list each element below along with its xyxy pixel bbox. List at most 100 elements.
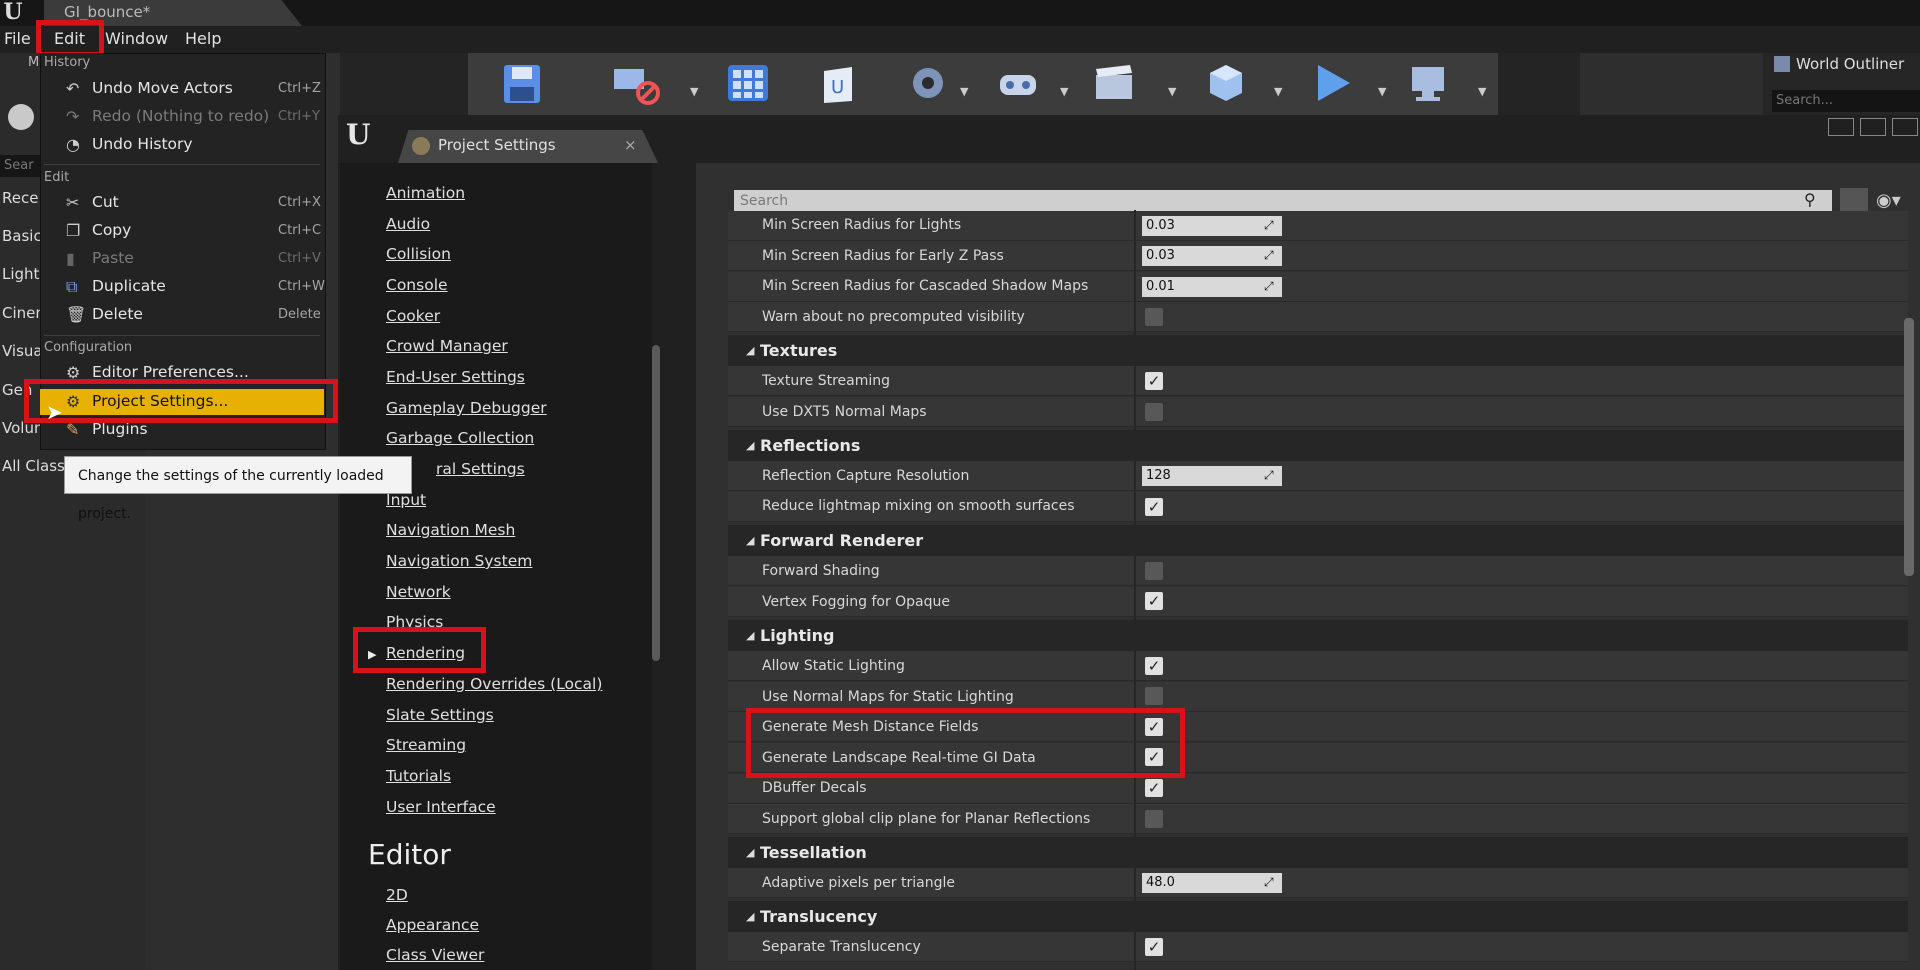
expand-arrow-icon[interactable]: ⤢ [1264,218,1274,233]
category-header[interactable] [728,837,1908,868]
settings-search-input[interactable]: Search [734,190,1832,212]
left-category[interactable]: Basic [2,227,42,245]
world-outliner-search-input[interactable]: Search... [1772,90,1920,112]
number-field[interactable]: 0.03 [1142,246,1282,266]
number-field[interactable]: 0.01 [1142,277,1282,297]
expand-arrow-icon[interactable]: ⤢ [1264,875,1274,890]
settings-icon[interactable] [904,59,960,107]
menu-bar [0,26,1920,53]
nav-item-collision[interactable]: Collision [386,245,451,263]
document-tab-label: GI_bounce* [64,3,151,21]
left-category[interactable]: Visua [2,342,43,360]
expand-arrow-icon[interactable]: ⤢ [1264,468,1274,483]
column-divider[interactable] [1134,210,1136,970]
nav-item-rendering-overrides[interactable]: Rendering Overrides (Local) [386,675,602,693]
checkbox[interactable]: ✓ [1145,657,1163,675]
launch-icon[interactable] [1404,59,1460,107]
checkbox[interactable]: ✓ [1145,372,1163,390]
nav-item-2d[interactable]: 2D [386,886,408,904]
redo-menu-item[interactable]: Redo (Nothing to redo) [92,107,269,125]
nav-item-network[interactable]: Network [386,583,451,601]
category-header[interactable] [728,620,1908,651]
nav-item-streaming[interactable]: Streaming [386,736,466,754]
collapse-triangle-icon[interactable]: ◢ [746,846,754,859]
nav-item-navigation-mesh[interactable]: Navigation Mesh [386,521,515,539]
expand-arrow-icon[interactable]: ⤢ [1264,248,1274,263]
menu-file[interactable]: File [4,29,31,48]
blueprints-icon[interactable] [994,59,1050,107]
paste-menu-item[interactable]: Paste [92,249,134,267]
play-icon[interactable] [1308,59,1364,107]
nav-item-user-interface[interactable]: User Interface [386,798,496,816]
number-field[interactable]: 48.0 [1142,873,1282,893]
collapse-triangle-icon[interactable]: ◢ [746,534,754,547]
copy-menu-item[interactable]: Copy [92,221,131,239]
modes-search-input[interactable]: Sear [0,155,40,177]
nav-scrollbar[interactable] [652,345,660,661]
collapse-triangle-icon[interactable]: ◢ [746,439,754,452]
nav-item-cooker[interactable]: Cooker [386,307,440,325]
left-category[interactable]: Rece [2,189,38,207]
build-icon[interactable] [1202,59,1258,107]
world-outliner-title[interactable]: World Outliner [1796,55,1904,73]
nav-item-console[interactable]: Console [386,276,448,294]
category-header[interactable] [728,335,1908,366]
number-field[interactable]: 128 [1142,466,1282,486]
nav-item-animation[interactable]: Animation [386,184,465,202]
nav-item-audio[interactable]: Audio [386,215,430,233]
undo-menu-item[interactable]: Undo Move Actors [92,79,233,97]
duplicate-menu-item[interactable]: Duplicate [92,277,166,295]
checkbox[interactable] [1145,308,1163,326]
save-icon[interactable] [498,59,554,107]
cinematics-icon[interactable] [1090,59,1146,107]
menu-window[interactable]: Window [105,29,168,48]
delete-menu-item[interactable]: Delete [92,305,143,323]
setting-label: Use DXT5 Normal Maps [762,404,927,420]
expand-arrow-icon[interactable]: ⤢ [1264,279,1274,294]
left-category[interactable]: Light [2,265,39,283]
number-field[interactable]: 0.03 [1142,216,1282,236]
nav-item-crowd-manager[interactable]: Crowd Manager [386,337,508,355]
checkbox[interactable] [1145,403,1163,421]
checkbox[interactable]: ✓ [1145,938,1163,956]
setting-label: Vertex Fogging for Opaque [762,594,951,610]
nav-item-navigation-system[interactable]: Navigation System [386,552,532,570]
collapse-triangle-icon[interactable]: ◢ [746,344,754,357]
marketplace-icon[interactable]: U [814,59,870,107]
minimize-button[interactable] [1828,118,1854,136]
eye-icon[interactable]: ◉▾ [1876,190,1901,211]
collapse-triangle-icon[interactable]: ◢ [746,910,754,923]
history-partial-label: M [28,55,40,70]
checkbox[interactable] [1145,810,1163,828]
details-scrollbar[interactable] [1904,318,1914,576]
nav-item-appearance[interactable]: Appearance [386,916,479,934]
project-settings-annotation [24,379,338,423]
maximize-button[interactable] [1860,118,1886,136]
collapse-triangle-icon[interactable]: ◢ [746,629,754,642]
category-header[interactable] [728,901,1908,932]
close-window-button[interactable] [1892,118,1918,136]
undo-history-menu-item[interactable]: Undo History [92,135,193,153]
nav-item-slate-settings[interactable]: Slate Settings [386,706,494,724]
cut-menu-item[interactable]: Cut [92,193,119,211]
tab-close-icon[interactable]: × [624,136,637,154]
nav-item-tutorials[interactable]: Tutorials [386,767,451,785]
nav-item-garbage-collection[interactable]: Garbage Collection [386,429,534,447]
category-header[interactable] [728,430,1908,461]
nav-item-end-user-settings[interactable]: End-User Settings [386,368,525,386]
checkbox[interactable]: ✓ [1145,779,1163,797]
source-control-icon[interactable] [608,59,664,107]
checkbox[interactable] [1145,687,1163,705]
menu-help[interactable]: Help [185,29,221,48]
nav-item-gameplay-debugger[interactable]: Gameplay Debugger [386,399,547,417]
left-category[interactable]: Cinen [2,304,45,322]
category-label: Translucency [760,907,878,926]
nav-item-class-viewer[interactable]: Class Viewer [386,946,484,964]
left-category[interactable]: All Class [2,457,65,475]
checkbox[interactable]: ✓ [1145,498,1163,516]
checkbox[interactable] [1145,562,1163,580]
nav-item-general-settings[interactable]: ral Settings [436,460,525,478]
search-icon[interactable]: ⚲ [1804,190,1816,209]
checkbox[interactable]: ✓ [1145,592,1163,610]
content-icon[interactable] [724,59,780,107]
